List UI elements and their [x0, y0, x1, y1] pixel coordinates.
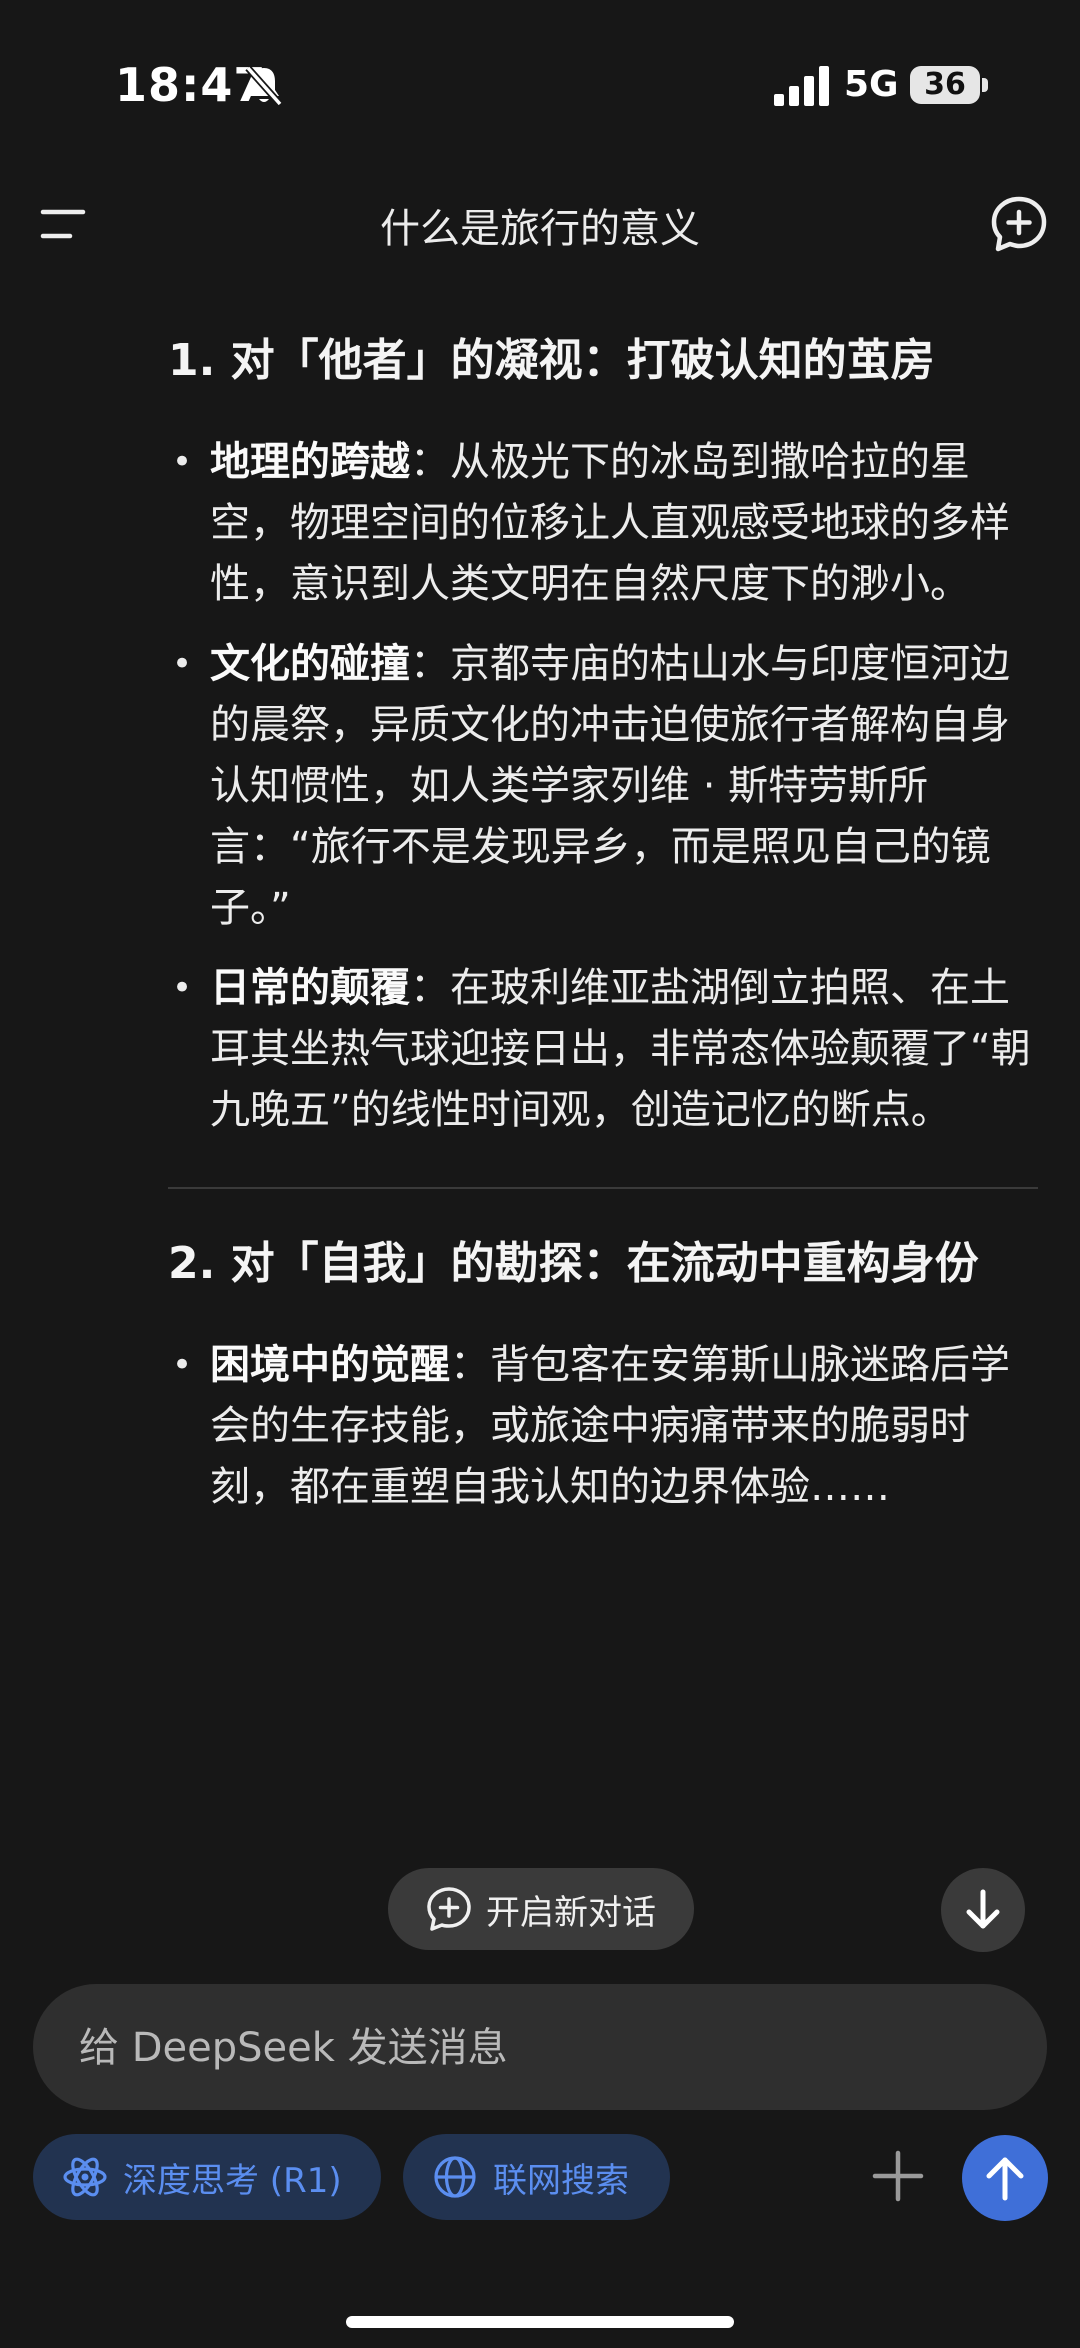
attach-plus-icon[interactable]	[870, 2148, 926, 2204]
section-heading: 1. 对「他者」的凝视：打破认知的茧房	[168, 335, 935, 386]
message-content: 1. 对「他者」的凝视：打破认知的茧房 地理的跨越：从极光下的冰岛到撒哈拉的星空…	[168, 330, 1038, 1537]
bullet-list: 地理的跨越：从极光下的冰岛到撒哈拉的星空，物理空间的位移让人直观感受地球的多样性…	[168, 432, 1038, 1141]
bell-muted-icon	[245, 65, 283, 107]
bullet-list: 困境中的觉醒：背包客在安第斯山脉迷路后学会的生存技能，或旅途中病痛带来的脆弱时刻…	[168, 1335, 1038, 1518]
list-item: 文化的碰撞：京都寺庙的枯山水与印度恒河边的晨祭，异质文化的冲击迫使旅行者解构自身…	[168, 634, 1038, 939]
globe-icon	[434, 2156, 476, 2198]
bullet-bold: 地理的跨越	[210, 439, 410, 485]
send-button[interactable]	[962, 2135, 1048, 2221]
home-indicator	[346, 2316, 734, 2328]
new-chat-icon	[427, 1887, 471, 1931]
bullet-bold: 文化的碰撞	[210, 641, 410, 687]
cellular-signal-icon	[774, 66, 829, 106]
new-chat-button[interactable]: 开启新对话	[388, 1868, 694, 1950]
new-chat-label: 开启新对话	[486, 1892, 656, 1933]
battery-cap	[982, 78, 988, 92]
message-input-box[interactable]	[33, 1984, 1047, 2112]
bullet-bold: 困境中的觉醒	[210, 1342, 450, 1388]
deep-think-label: 深度思考 (R1)	[123, 2160, 342, 2201]
section-divider	[168, 1187, 1038, 1189]
web-search-toggle[interactable]: 联网搜索	[403, 2134, 670, 2220]
message-input[interactable]	[77, 1984, 1001, 2112]
list-item: 地理的跨越：从极光下的冰岛到撒哈拉的星空，物理空间的位移让人直观感受地球的多样性…	[168, 432, 1038, 615]
page-title: 什么是旅行的意义	[380, 206, 700, 252]
atom-icon	[63, 2157, 107, 2197]
list-item: 日常的颠覆：在玻利维亚盐湖倒立拍照、在土耳其坐热气球迎接日出，非常态体验颠覆了“…	[168, 958, 1038, 1141]
status-bar: 18:47 5G 36	[0, 0, 1080, 180]
section-heading: 2. 对「自我」的勘探：在流动中重构身份	[168, 1238, 979, 1289]
scroll-to-bottom-button[interactable]	[941, 1868, 1025, 1952]
web-search-label: 联网搜索	[493, 2160, 629, 2201]
new-chat-icon[interactable]	[990, 195, 1048, 253]
arrow-down-icon	[966, 1889, 1000, 1929]
network-type: 5G	[844, 64, 899, 105]
arrow-up-icon	[986, 2157, 1024, 2201]
deep-think-toggle[interactable]: 深度思考 (R1)	[33, 2134, 381, 2220]
battery-indicator: 36	[910, 66, 980, 104]
list-item: 困境中的觉醒：背包客在安第斯山脉迷路后学会的生存技能，或旅途中病痛带来的脆弱时刻…	[168, 1335, 1038, 1518]
bullet-bold: 日常的颠覆	[210, 965, 410, 1011]
